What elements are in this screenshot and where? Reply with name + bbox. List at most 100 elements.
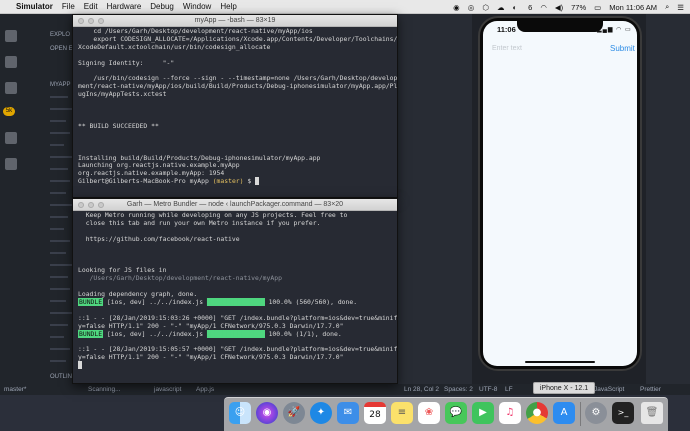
request-log-line: y=false HTTP/1.1" 200 - "-" "myApp/1 CFN…	[78, 353, 344, 362]
status-encoding[interactable]: UTF-8	[479, 386, 497, 393]
messages-icon[interactable]: 💬	[445, 402, 467, 424]
status-spaces[interactable]: Spaces: 2	[444, 386, 473, 393]
terminal-titlebar[interactable]: myApp — -bash — 83×19	[73, 15, 397, 27]
calendar-icon[interactable]: 28	[364, 402, 386, 424]
file-tree-item[interactable]	[50, 288, 70, 290]
extensions-icon[interactable]	[5, 158, 17, 170]
request-log-line: y=false HTTP/1.1" 200 - "-" "myApp/1 CFN…	[78, 321, 344, 330]
finder-icon[interactable]: ☺	[229, 402, 251, 424]
file-tree-item[interactable]	[50, 312, 72, 314]
file-tree-item[interactable]	[50, 228, 64, 230]
submit-button[interactable]: Submit	[610, 44, 635, 53]
status-language[interactable]: JavaScript	[594, 386, 624, 393]
status-scanning: Scanning...	[88, 386, 121, 393]
status-cursor-position[interactable]: Ln 28, Col 2	[404, 386, 439, 393]
iphone-screen[interactable]	[483, 21, 637, 366]
status-eol[interactable]: LF	[505, 386, 513, 393]
file-tree-item[interactable]	[50, 144, 64, 146]
search-icon[interactable]: ⌕	[665, 2, 669, 12]
minimize-icon[interactable]	[88, 202, 94, 208]
file-tree-item[interactable]	[50, 108, 72, 110]
menu-debug[interactable]: Debug	[150, 2, 174, 11]
search-panel-icon[interactable]	[5, 56, 17, 68]
close-icon[interactable]	[78, 18, 84, 24]
status-formatter[interactable]: Prettier	[640, 386, 661, 393]
menu-hardware[interactable]: Hardware	[107, 2, 142, 11]
menu-app-name[interactable]: Simulator	[16, 2, 53, 11]
file-tree-item[interactable]	[50, 300, 66, 302]
sidebar-project-root[interactable]: MYAPP	[50, 82, 71, 88]
zoom-icon[interactable]	[98, 18, 104, 24]
terminal-icon[interactable]: >_	[612, 402, 634, 424]
system-preferences-icon[interactable]: ⚙	[585, 402, 607, 424]
facetime-icon[interactable]: ▶	[472, 402, 494, 424]
launchpad-icon[interactable]: 🚀	[283, 402, 305, 424]
status-file: App.js	[196, 386, 215, 393]
file-tree-item[interactable]	[50, 324, 68, 326]
file-tree-item[interactable]	[50, 192, 66, 194]
safari-icon[interactable]: ✦	[310, 402, 332, 424]
volume-icon[interactable]: ◀)	[555, 3, 563, 12]
file-tree-item[interactable]	[50, 216, 68, 218]
terminal-window-bash[interactable]: myApp — -bash — 83×19 cd /Users/Garh/Des…	[72, 14, 398, 198]
battery-percent[interactable]: 77%	[571, 3, 586, 12]
file-tree-item[interactable]	[50, 168, 68, 170]
bundle-progress-bar: ███████████████	[206, 329, 265, 338]
file-tree-item[interactable]	[50, 96, 68, 98]
terminal-line: Looking for JS files in	[78, 266, 167, 275]
home-indicator[interactable]	[525, 361, 595, 363]
terminal-cursor	[78, 361, 82, 370]
siri-icon[interactable]: ◉	[256, 402, 278, 424]
bundle-progress-bar: ███████████████	[206, 297, 265, 306]
iphone-notch	[517, 21, 603, 32]
menu-help[interactable]: Help	[220, 2, 236, 11]
zoom-icon[interactable]	[98, 202, 104, 208]
terminal-window-metro[interactable]: Garh — Metro Bundler — node ‹ launchPack…	[72, 198, 398, 384]
bundle-tag: BUNDLE	[78, 329, 104, 338]
file-tree-item[interactable]	[50, 360, 66, 362]
photos-icon[interactable]: ❀	[418, 402, 440, 424]
terminal-line: cd /Users/Garh/Desktop/development/react…	[78, 27, 313, 35]
menu-edit[interactable]: Edit	[84, 2, 98, 11]
sidebar-open-editors[interactable]: OPEN E	[50, 46, 73, 52]
file-tree-item[interactable]	[50, 132, 70, 134]
battery-icon[interactable]: ▭	[594, 3, 601, 12]
mail-icon[interactable]: ✉	[337, 402, 359, 424]
music-icon[interactable]: ♫	[499, 402, 521, 424]
bundle-info: [ios, dev] ../../index.js	[103, 329, 207, 338]
source-control-icon[interactable]	[5, 82, 17, 94]
sidebar-explorer-header: EXPLO	[50, 32, 71, 38]
minimize-icon[interactable]	[88, 18, 94, 24]
debug-icon[interactable]	[5, 132, 17, 144]
activity-bar: 5k	[0, 14, 22, 384]
notification-center-icon[interactable]: ☰	[677, 3, 684, 12]
file-tree-item[interactable]	[50, 252, 66, 254]
menu-file[interactable]: File	[62, 2, 75, 11]
file-tree-item[interactable]	[50, 336, 64, 338]
git-branch[interactable]: master*	[4, 386, 26, 393]
close-icon[interactable]	[78, 202, 84, 208]
file-tree-item[interactable]	[50, 348, 70, 350]
text-input[interactable]: Enter text	[492, 45, 522, 52]
dock-separator	[580, 402, 581, 426]
menubar-app-icons[interactable]: ◉ ◎ ⬡ ☁ ◐	[453, 3, 520, 12]
sidebar-outline[interactable]: OUTLIN	[50, 374, 72, 380]
wifi-icon[interactable]: ◠	[540, 3, 547, 12]
file-tree-item[interactable]	[50, 120, 66, 122]
file-tree-item[interactable]	[50, 240, 70, 242]
file-tree-item[interactable]	[50, 180, 70, 182]
file-tree-item[interactable]	[50, 264, 72, 266]
trash-icon[interactable]: 🗑	[641, 402, 663, 424]
notes-icon[interactable]: ≡	[391, 402, 413, 424]
menu-window[interactable]: Window	[183, 2, 211, 11]
file-tree-item[interactable]	[50, 276, 68, 278]
terminal-line: /Users/Garh/Desktop/development/react-na…	[78, 274, 282, 283]
menubar-clock[interactable]: Mon 11:06 AM	[609, 3, 657, 12]
file-tree-item[interactable]	[50, 156, 72, 158]
appstore-icon[interactable]: A	[553, 402, 575, 424]
explorer-icon[interactable]	[5, 30, 17, 42]
file-tree-item[interactable]	[50, 204, 72, 206]
terminal-titlebar[interactable]: Garh — Metro Bundler — node ‹ launchPack…	[73, 199, 397, 211]
menubar-badge-count[interactable]: 6	[528, 3, 532, 12]
chrome-icon[interactable]: ●	[526, 402, 548, 424]
